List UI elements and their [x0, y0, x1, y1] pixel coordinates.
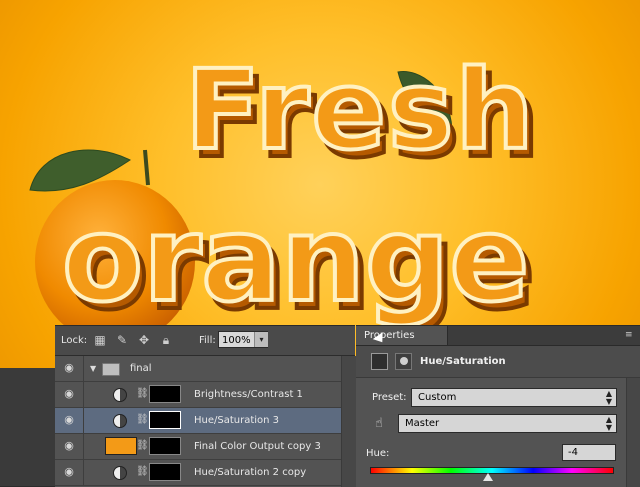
properties-header: Hue/Saturation	[356, 346, 640, 378]
layer-name: Brightness/Contrast 1	[194, 389, 303, 400]
link-chain-icon[interactable]: ⛓	[136, 414, 149, 426]
layer-row[interactable]: ◉ ⛓ Hue/Saturation 2 copy	[55, 460, 355, 486]
word-orange: orange	[62, 190, 529, 325]
properties-panel: Properties ≡ Hue/Saturation Preset: Cust…	[356, 325, 640, 487]
preset-label: Preset:	[372, 392, 407, 403]
layer-image-thumbnail[interactable]	[105, 437, 137, 455]
artwork: Fresh Fresh orange orange	[29, 44, 542, 325]
eye-icon[interactable]: ◉	[62, 466, 76, 477]
preset-value: Custom	[418, 392, 457, 403]
layer-mask-thumbnail[interactable]	[149, 437, 181, 455]
fill-dropdown-button[interactable]: ▾	[254, 332, 268, 347]
group-name: final	[130, 363, 152, 374]
layer-mask-thumbnail[interactable]	[149, 411, 181, 429]
layer-row-selected[interactable]: ◉ ⛓ Hue/Saturation 3	[55, 408, 355, 434]
link-chain-icon[interactable]: ⛓	[136, 388, 149, 400]
link-chain-icon[interactable]: ⛓	[136, 440, 149, 452]
properties-body: Preset: Custom ▲ ▼ ☝ Master ▲ ▼ Hue: -4	[356, 378, 626, 487]
layers-panel: Lock: ▦ ✎ ✥ 🔒︎ Fill: 100% ▾ ◉ ▼ final ◉ …	[55, 325, 356, 487]
lock-label: Lock:	[61, 335, 88, 346]
properties-scrollbar[interactable]	[626, 378, 640, 487]
layer-name: Final Color Output copy 3	[194, 441, 321, 452]
lock-pixels-brush-icon[interactable]: ✎	[115, 333, 129, 347]
adjustment-layer-icon	[113, 414, 127, 428]
eye-icon[interactable]: ◉	[62, 362, 76, 373]
mask-settings-icon[interactable]	[395, 353, 412, 370]
folder-icon	[102, 363, 120, 376]
lock-position-move-icon[interactable]: ✥	[137, 333, 151, 347]
adjustment-settings-icon[interactable]	[371, 353, 388, 370]
fill-label: Fill:	[199, 335, 216, 346]
preset-select[interactable]: Custom ▲ ▼	[411, 388, 617, 407]
channel-value: Master	[405, 418, 440, 429]
layer-row[interactable]: ◉ ⛓ Brightness/Contrast 1	[55, 382, 355, 408]
hue-slider-thumb[interactable]	[483, 473, 494, 481]
lock-transparent-icon[interactable]: ▦	[93, 333, 107, 347]
layer-name: Hue/Saturation 2 copy	[194, 467, 307, 478]
layer-row[interactable]: ◉ ⛓ Final Color Output copy 3	[55, 434, 355, 460]
chevron-updown-icon: ▲ ▼	[605, 389, 612, 406]
eye-icon[interactable]: ◉	[62, 388, 76, 399]
expand-triangle-icon[interactable]: ▼	[90, 364, 96, 373]
properties-title: Hue/Saturation	[420, 356, 506, 367]
layer-mask-thumbnail[interactable]	[149, 385, 181, 403]
chevron-updown-icon: ▲ ▼	[605, 415, 612, 432]
workspace-background	[0, 368, 55, 486]
lock-row: Lock: ▦ ✎ ✥ 🔒︎ Fill: 100% ▾	[55, 326, 355, 356]
eye-icon[interactable]: ◉	[62, 440, 76, 451]
layer-name: Hue/Saturation 3	[194, 415, 280, 426]
layer-group-row[interactable]: ◉ ▼ final	[55, 356, 355, 382]
layers-scrollbar[interactable]	[341, 356, 356, 487]
hue-label: Hue:	[366, 448, 390, 459]
targeted-adjustment-hand-icon[interactable]: ☝	[370, 415, 388, 433]
link-chain-icon[interactable]: ⛓	[136, 466, 149, 478]
channel-select[interactable]: Master ▲ ▼	[398, 414, 617, 433]
eye-icon[interactable]: ◉	[62, 414, 76, 425]
properties-tabbar: Properties ≡	[356, 326, 640, 346]
hue-input[interactable]: -4	[562, 444, 616, 461]
lock-all-icon[interactable]: 🔒︎	[159, 333, 173, 347]
layer-mask-thumbnail[interactable]	[149, 463, 181, 481]
adjustment-layer-icon	[113, 466, 127, 480]
word-fresh: Fresh	[185, 46, 536, 174]
panel-menu-icon[interactable]: ≡	[625, 330, 637, 340]
adjustment-layer-icon	[113, 388, 127, 402]
tab-properties[interactable]: Properties	[356, 326, 448, 345]
